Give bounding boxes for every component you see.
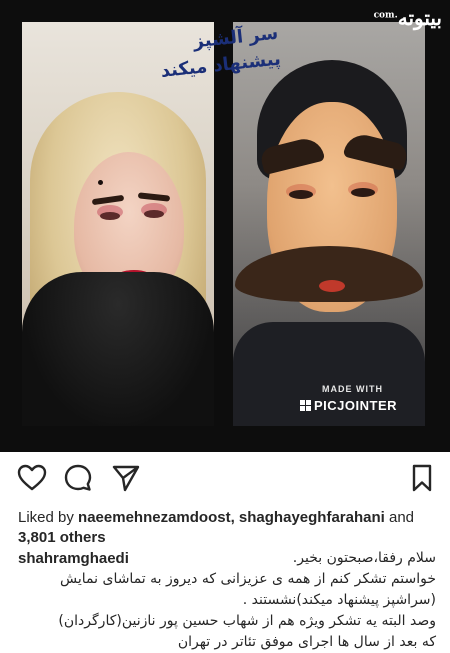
black-scarf	[22, 272, 214, 426]
caption-line: سلام رفقا،صبحتون بخیر.	[292, 550, 436, 566]
likes-prefix: Liked by	[18, 509, 79, 526]
caption-line: وصد البته یه تشکر ویژه هم از شهاب حسین پ…	[58, 613, 436, 629]
caption-username[interactable]: shahramghaedi	[18, 548, 129, 569]
beauty-mark	[98, 180, 103, 185]
caption-line: خواستم تشکر کنم از همه ی عزیزانی که دیرو…	[60, 571, 436, 587]
watermark-brand-text: PICJOINTER	[314, 398, 398, 413]
post-action-bar	[0, 458, 450, 498]
eye	[144, 210, 164, 218]
right-photo-panel	[233, 22, 425, 426]
site-logo-suffix: .com	[373, 10, 398, 21]
likes-and: and	[384, 509, 415, 526]
likes-summary: Liked by naeemehnezamdoost, shaghayeghfa…	[18, 508, 438, 548]
liked-by-users[interactable]: naeemehnezamdoost, shaghayeghfarahani	[78, 509, 385, 526]
red-lips	[319, 280, 345, 292]
share-icon[interactable]	[110, 462, 142, 494]
caption-line: که بعد از سال ها اجرای موفق تئاتر در تهر…	[177, 634, 436, 650]
likes-others-count[interactable]: 3,801 others	[18, 529, 106, 546]
watermark-made-with: MADE WITH	[322, 384, 383, 394]
eye	[351, 188, 375, 197]
bookmark-icon[interactable]	[406, 462, 438, 494]
eye	[289, 190, 313, 199]
comment-icon[interactable]	[62, 462, 94, 494]
picjointer-grid-icon	[300, 400, 311, 411]
post-image[interactable]: سر آلشپز پیشنهاد میکند MADE WITH PICJOIN…	[0, 0, 450, 452]
heart-icon[interactable]	[16, 462, 48, 494]
site-logo: بيتوته.com	[374, 6, 442, 30]
caption-line: (سراشپز پیشنهاد میکند)نشستند .	[242, 592, 436, 608]
post-caption: shahramghaedi سلام رفقا،صبحتون بخیر. خوا…	[18, 548, 436, 653]
large-mustache	[235, 246, 423, 302]
site-logo-text: بيتوته	[397, 6, 442, 30]
watermark-brand: PICJOINTER	[300, 398, 397, 413]
eye	[100, 212, 120, 220]
